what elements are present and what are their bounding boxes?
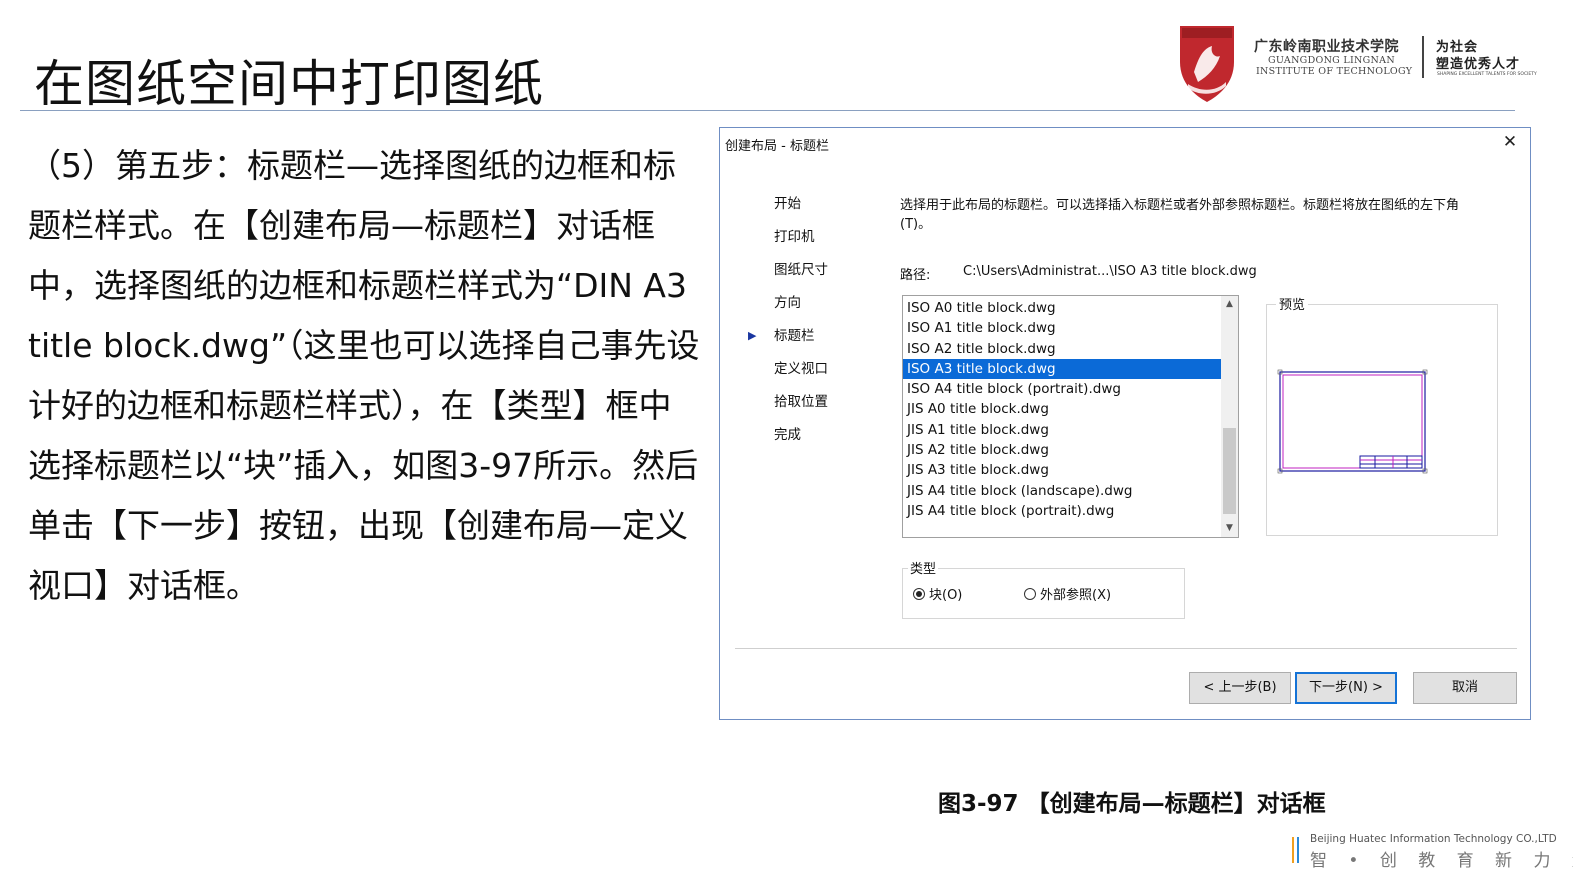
list-item[interactable]: JIS A0 title block.dwg	[903, 399, 1227, 419]
xref-radio-label: 外部参照(X)	[1040, 588, 1112, 603]
list-item[interactable]: ISO A0 title block.dwg	[903, 298, 1227, 318]
list-item[interactable]: JIS A3 title block.dwg	[903, 460, 1227, 480]
scroll-up-icon[interactable]: ▲	[1221, 296, 1238, 313]
back-button[interactable]: < 上一步(B)	[1189, 672, 1291, 704]
list-item[interactable]: ISO A1 title block.dwg	[903, 318, 1227, 338]
motto-line-2: 塑造优秀人才	[1436, 57, 1521, 72]
school-name-cn: 广东岭南职业技术学院	[1254, 39, 1399, 55]
title-block-preview-icon	[1277, 369, 1428, 474]
type-label: 类型	[908, 558, 939, 577]
wizard-step-label: 完成	[774, 427, 801, 443]
title-divider	[20, 110, 1515, 111]
wizard-step[interactable]: 图纸尺寸	[774, 260, 828, 293]
dialog-description: 选择用于此布局的标题栏。可以选择插入标题栏或者外部参照标题栏。标题栏将放在图纸的…	[900, 198, 1460, 232]
school-name-en-2: INSTITUTE OF TECHNOLOGY	[1256, 66, 1413, 77]
title-block-preview	[1275, 367, 1482, 477]
instruction-text: （5）第五步：标题栏—选择图纸的边框和标题栏样式。在【创建布局—标题栏】对话框中…	[28, 146, 700, 605]
button-separator	[735, 648, 1517, 649]
xref-radio[interactable]: 外部参照(X)	[1024, 584, 1111, 603]
wizard-step-label: 标题栏	[774, 328, 815, 344]
wizard-step-label: 方向	[774, 295, 801, 311]
wizard-step-label: 打印机	[774, 229, 815, 245]
wizard-step[interactable]: 打印机	[774, 227, 828, 260]
motto-en: SHAPING EXCELLENT TALENTS FOR SOCIETY	[1437, 72, 1537, 77]
wizard-step[interactable]: 开始	[774, 194, 828, 227]
wizard-step-label: 开始	[774, 196, 801, 212]
figure-caption: 图3-97 【创建布局—标题栏】对话框	[938, 791, 1326, 817]
title-block-list[interactable]: ISO A0 title block.dwg ISO A1 title block…	[902, 295, 1239, 538]
list-item[interactable]: JIS A4 title block (landscape).dwg	[903, 481, 1227, 501]
block-radio[interactable]: 块(O)	[913, 584, 962, 603]
brand-slogan-cn: 智 • 创 教 育 新 力 量	[1310, 851, 1573, 871]
list-item[interactable]: JIS A4 title block (portrait).dwg	[903, 501, 1227, 521]
list-item[interactable]: JIS A1 title block.dwg	[903, 420, 1227, 440]
list-item[interactable]: ISO A2 title block.dwg	[903, 339, 1227, 359]
scroll-down-icon[interactable]: ▼	[1221, 520, 1238, 537]
preview-label: 预览	[1276, 294, 1309, 313]
wizard-steps: 开始打印机图纸尺寸方向 ▶ 标题栏定义视口拾取位置完成	[748, 194, 828, 458]
radio-unchecked-icon[interactable]	[1024, 587, 1036, 600]
wizard-step[interactable]: 方向	[774, 293, 828, 326]
school-shield-icon	[1180, 26, 1234, 102]
wizard-step[interactable]: 定义视口	[774, 359, 828, 392]
wizard-step[interactable]: 完成	[774, 425, 828, 458]
path-label: 路径:	[900, 268, 931, 283]
scroll-thumb[interactable]	[1223, 428, 1236, 514]
path-value: C:\Users\Administrat...\ISO A3 title blo…	[963, 264, 1257, 279]
list-item[interactable]: JIS A2 title block.dwg	[903, 440, 1227, 460]
next-button[interactable]: 下一步(N) >	[1295, 672, 1397, 704]
close-icon[interactable]: ✕	[1498, 130, 1522, 154]
footer-brand: Beijing Huatec Information Technology CO…	[1290, 833, 1573, 873]
wizard-step-label: 定义视口	[774, 361, 828, 377]
current-step-arrow-icon: ▶	[748, 329, 757, 342]
school-logo: 广东岭南职业技术学院 GUANGDONG LINGNAN INSTITUTE O…	[1176, 22, 1546, 106]
wizard-step[interactable]: ▶ 标题栏	[748, 326, 828, 359]
logo-divider	[1422, 36, 1424, 78]
wizard-step[interactable]: 拾取位置	[774, 392, 828, 425]
wizard-step-label: 图纸尺寸	[774, 262, 828, 278]
list-scrollbar[interactable]: ▲ ▼	[1221, 296, 1238, 537]
cancel-button[interactable]: 取消	[1413, 672, 1517, 704]
list-item[interactable]: ISO A3 title block.dwg	[903, 358, 1227, 380]
wizard-step-label: 拾取位置	[774, 394, 828, 410]
slide-title: 在图纸空间中打印图纸	[34, 55, 544, 113]
radio-checked-icon[interactable]	[913, 587, 925, 600]
brand-name-en: Beijing Huatec Information Technology CO…	[1310, 833, 1557, 845]
block-radio-label: 块(O)	[929, 588, 963, 603]
list-item[interactable]: ISO A4 title block (portrait).dwg	[903, 379, 1227, 399]
dialog-title: 创建布局 - 标题栏	[725, 139, 829, 154]
brand-bars-icon	[1292, 837, 1299, 863]
school-name-en-1: GUANGDONG LINGNAN	[1268, 55, 1395, 66]
create-layout-dialog: 创建布局 - 标题栏 ✕ 开始打印机图纸尺寸方向 ▶ 标题栏定义视口拾取位置完成 选…	[719, 127, 1531, 720]
